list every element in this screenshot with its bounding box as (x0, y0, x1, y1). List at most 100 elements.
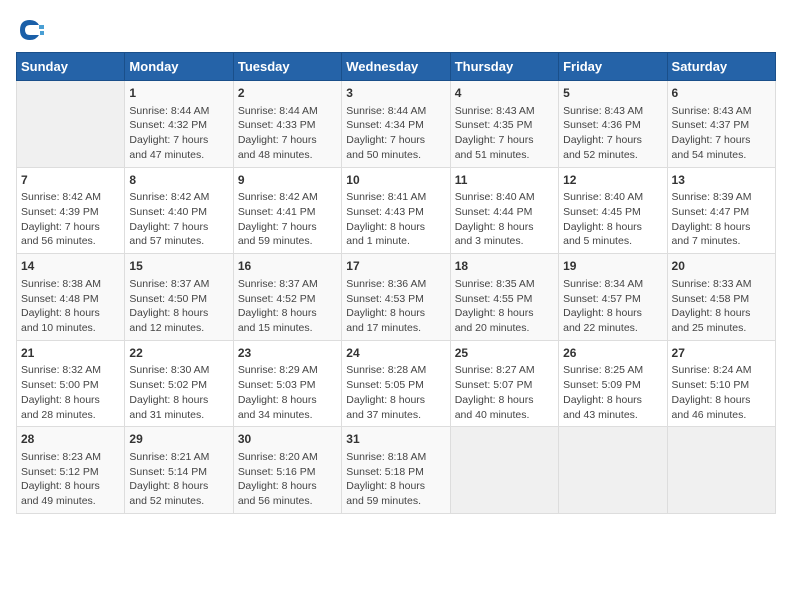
day-number: 2 (238, 85, 337, 102)
cell-content: Sunrise: 8:28 AM Sunset: 5:05 PM Dayligh… (346, 363, 445, 422)
calendar-cell: 25Sunrise: 8:27 AM Sunset: 5:07 PM Dayli… (450, 340, 558, 427)
cell-content: Sunrise: 8:32 AM Sunset: 5:00 PM Dayligh… (21, 363, 120, 422)
calendar-cell: 9Sunrise: 8:42 AM Sunset: 4:41 PM Daylig… (233, 167, 341, 254)
day-number: 1 (129, 85, 228, 102)
day-number: 30 (238, 431, 337, 448)
calendar-cell: 17Sunrise: 8:36 AM Sunset: 4:53 PM Dayli… (342, 254, 450, 341)
day-number: 12 (563, 172, 662, 189)
day-number: 13 (672, 172, 771, 189)
day-number: 3 (346, 85, 445, 102)
day-number: 22 (129, 345, 228, 362)
calendar-week-row: 28 Sunrise: 8:23 AM Sunset: 5:12 PM Dayli… (17, 427, 776, 514)
calendar-cell: 12Sunrise: 8:40 AM Sunset: 4:45 PM Dayli… (559, 167, 667, 254)
calendar-cell: 16 Sunrise: 8:37 AM Sunset: 4:52 PM Dayli… (233, 254, 341, 341)
calendar-cell: 3 Sunrise: 8:44 AM Sunset: 4:34 PM Daylig… (342, 81, 450, 168)
cell-content: Sunrise: 8:25 AM Sunset: 5:09 PM Dayligh… (563, 363, 662, 422)
calendar-cell: 1 Sunrise: 8:44 AM Sunset: 4:32 PM Daylig… (125, 81, 233, 168)
day-number: 14 (21, 258, 120, 275)
calendar-cell: 11Sunrise: 8:40 AM Sunset: 4:44 PM Dayli… (450, 167, 558, 254)
calendar-cell: 22Sunrise: 8:30 AM Sunset: 5:02 PM Dayli… (125, 340, 233, 427)
header-day-monday: Monday (125, 53, 233, 81)
logo (16, 16, 48, 44)
day-number: 17 (346, 258, 445, 275)
calendar-week-row: 7Sunrise: 8:42 AM Sunset: 4:39 PM Daylig… (17, 167, 776, 254)
header-day-saturday: Saturday (667, 53, 775, 81)
day-number: 15 (129, 258, 228, 275)
logo-icon (16, 16, 44, 44)
cell-content: Sunrise: 8:23 AM Sunset: 5:12 PM Dayligh… (21, 450, 120, 509)
day-number: 9 (238, 172, 337, 189)
cell-content: Sunrise: 8:18 AM Sunset: 5:18 PM Dayligh… (346, 450, 445, 509)
day-number: 11 (455, 172, 554, 189)
cell-content: Sunrise: 8:37 AM Sunset: 4:50 PM Dayligh… (129, 277, 228, 336)
cell-content: Sunrise: 8:29 AM Sunset: 5:03 PM Dayligh… (238, 363, 337, 422)
calendar-cell: 28 Sunrise: 8:23 AM Sunset: 5:12 PM Dayli… (17, 427, 125, 514)
day-number: 25 (455, 345, 554, 362)
header-day-wednesday: Wednesday (342, 53, 450, 81)
cell-content: Sunrise: 8:27 AM Sunset: 5:07 PM Dayligh… (455, 363, 554, 422)
calendar-cell: 21Sunrise: 8:32 AM Sunset: 5:00 PM Dayli… (17, 340, 125, 427)
calendar-week-row: 21Sunrise: 8:32 AM Sunset: 5:00 PM Dayli… (17, 340, 776, 427)
cell-content: Sunrise: 8:42 AM Sunset: 4:39 PM Dayligh… (21, 190, 120, 249)
cell-content: Sunrise: 8:43 AM Sunset: 4:37 PM Dayligh… (672, 104, 771, 163)
calendar-cell: 15 Sunrise: 8:37 AM Sunset: 4:50 PM Dayli… (125, 254, 233, 341)
cell-content: Sunrise: 8:24 AM Sunset: 5:10 PM Dayligh… (672, 363, 771, 422)
header-day-friday: Friday (559, 53, 667, 81)
calendar-cell: 20 Sunrise: 8:33 AM Sunset: 4:58 PM Dayli… (667, 254, 775, 341)
cell-content: Sunrise: 8:30 AM Sunset: 5:02 PM Dayligh… (129, 363, 228, 422)
header-day-sunday: Sunday (17, 53, 125, 81)
calendar-cell: 6 Sunrise: 8:43 AM Sunset: 4:37 PM Daylig… (667, 81, 775, 168)
cell-content: Sunrise: 8:37 AM Sunset: 4:52 PM Dayligh… (238, 277, 337, 336)
day-number: 10 (346, 172, 445, 189)
day-number: 23 (238, 345, 337, 362)
calendar-cell: 23Sunrise: 8:29 AM Sunset: 5:03 PM Dayli… (233, 340, 341, 427)
day-number: 21 (21, 345, 120, 362)
day-number: 19 (563, 258, 662, 275)
day-number: 24 (346, 345, 445, 362)
day-number: 8 (129, 172, 228, 189)
cell-content: Sunrise: 8:43 AM Sunset: 4:36 PM Dayligh… (563, 104, 662, 163)
cell-content: Sunrise: 8:44 AM Sunset: 4:33 PM Dayligh… (238, 104, 337, 163)
calendar-header-row: SundayMondayTuesdayWednesdayThursdayFrid… (17, 53, 776, 81)
cell-content: Sunrise: 8:40 AM Sunset: 4:44 PM Dayligh… (455, 190, 554, 249)
day-number: 6 (672, 85, 771, 102)
calendar-table: SundayMondayTuesdayWednesdayThursdayFrid… (16, 52, 776, 514)
day-number: 27 (672, 345, 771, 362)
day-number: 28 (21, 431, 120, 448)
day-number: 26 (563, 345, 662, 362)
cell-content: Sunrise: 8:44 AM Sunset: 4:32 PM Dayligh… (129, 104, 228, 163)
calendar-cell: 4 Sunrise: 8:43 AM Sunset: 4:35 PM Daylig… (450, 81, 558, 168)
day-number: 18 (455, 258, 554, 275)
calendar-cell: 31 Sunrise: 8:18 AM Sunset: 5:18 PM Dayli… (342, 427, 450, 514)
calendar-week-row: 14Sunrise: 8:38 AM Sunset: 4:48 PM Dayli… (17, 254, 776, 341)
calendar-cell: 27Sunrise: 8:24 AM Sunset: 5:10 PM Dayli… (667, 340, 775, 427)
calendar-cell: 5Sunrise: 8:43 AM Sunset: 4:36 PM Daylig… (559, 81, 667, 168)
cell-content: Sunrise: 8:39 AM Sunset: 4:47 PM Dayligh… (672, 190, 771, 249)
calendar-cell: 30Sunrise: 8:20 AM Sunset: 5:16 PM Dayli… (233, 427, 341, 514)
header-day-thursday: Thursday (450, 53, 558, 81)
cell-content: Sunrise: 8:42 AM Sunset: 4:40 PM Dayligh… (129, 190, 228, 249)
calendar-cell (559, 427, 667, 514)
day-number: 31 (346, 431, 445, 448)
calendar-cell: 24Sunrise: 8:28 AM Sunset: 5:05 PM Dayli… (342, 340, 450, 427)
cell-content: Sunrise: 8:43 AM Sunset: 4:35 PM Dayligh… (455, 104, 554, 163)
cell-content: Sunrise: 8:35 AM Sunset: 4:55 PM Dayligh… (455, 277, 554, 336)
calendar-cell: 14Sunrise: 8:38 AM Sunset: 4:48 PM Dayli… (17, 254, 125, 341)
calendar-cell: 19Sunrise: 8:34 AM Sunset: 4:57 PM Dayli… (559, 254, 667, 341)
day-number: 16 (238, 258, 337, 275)
cell-content: Sunrise: 8:44 AM Sunset: 4:34 PM Dayligh… (346, 104, 445, 163)
cell-content: Sunrise: 8:21 AM Sunset: 5:14 PM Dayligh… (129, 450, 228, 509)
header (16, 16, 776, 44)
header-day-tuesday: Tuesday (233, 53, 341, 81)
calendar-cell: 26Sunrise: 8:25 AM Sunset: 5:09 PM Dayli… (559, 340, 667, 427)
calendar-cell (450, 427, 558, 514)
cell-content: Sunrise: 8:33 AM Sunset: 4:58 PM Dayligh… (672, 277, 771, 336)
cell-content: Sunrise: 8:41 AM Sunset: 4:43 PM Dayligh… (346, 190, 445, 249)
calendar-cell: 29Sunrise: 8:21 AM Sunset: 5:14 PM Dayli… (125, 427, 233, 514)
day-number: 4 (455, 85, 554, 102)
cell-content: Sunrise: 8:42 AM Sunset: 4:41 PM Dayligh… (238, 190, 337, 249)
calendar-cell: 8Sunrise: 8:42 AM Sunset: 4:40 PM Daylig… (125, 167, 233, 254)
calendar-cell: 2 Sunrise: 8:44 AM Sunset: 4:33 PM Daylig… (233, 81, 341, 168)
calendar-cell: 13Sunrise: 8:39 AM Sunset: 4:47 PM Dayli… (667, 167, 775, 254)
day-number: 20 (672, 258, 771, 275)
